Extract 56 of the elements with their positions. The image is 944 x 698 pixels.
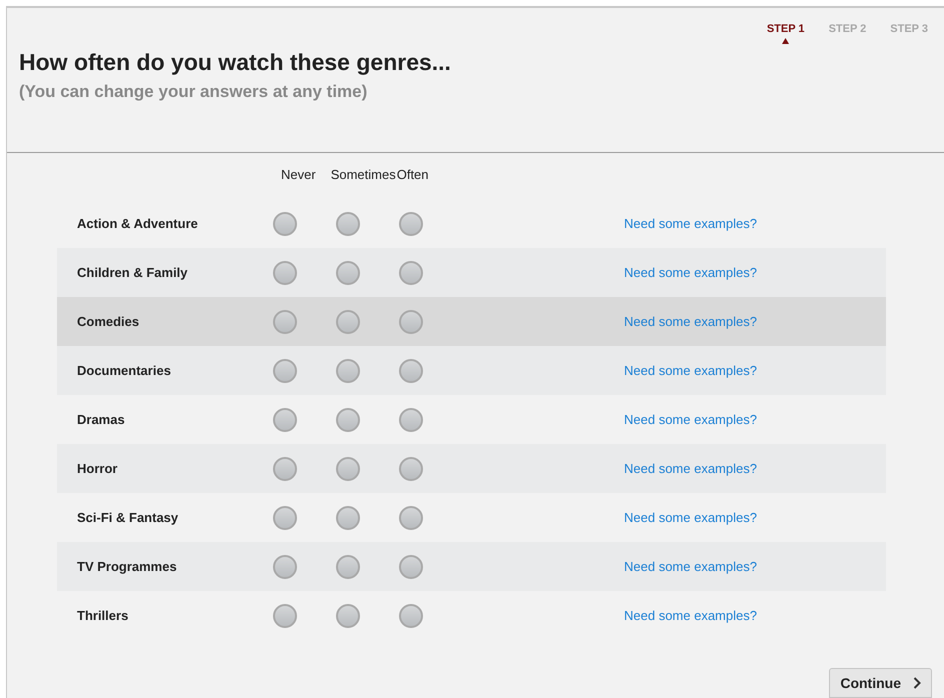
- radio-button[interactable]: [273, 506, 297, 530]
- examples-link[interactable]: Need some examples?: [624, 262, 757, 282]
- genre-label: Documentaries: [76, 362, 172, 380]
- radio-button[interactable]: [399, 212, 423, 236]
- examples-link[interactable]: Need some examples?: [624, 360, 757, 380]
- genre-label: Comedies: [76, 312, 140, 331]
- genre-label: TV Programmes: [76, 558, 178, 576]
- genre-label: Horror: [76, 460, 118, 478]
- genre-label: Children & Family: [76, 264, 189, 282]
- radio-button[interactable]: [273, 310, 297, 334]
- chevron-right-icon: [913, 677, 921, 689]
- page-subtitle: (You can change your answers at any time): [19, 80, 368, 103]
- examples-link[interactable]: Need some examples?: [624, 214, 757, 234]
- radio-button[interactable]: [399, 554, 423, 578]
- examples-link[interactable]: Need some examples?: [624, 606, 757, 626]
- radio-button[interactable]: [273, 260, 297, 284]
- genre-label: Dramas: [76, 410, 126, 429]
- radio-button[interactable]: [273, 456, 297, 480]
- step-tab[interactable]: STEP 1: [766, 21, 805, 38]
- radio-button[interactable]: [336, 260, 360, 284]
- examples-link[interactable]: Need some examples?: [624, 458, 757, 478]
- examples-link[interactable]: Need some examples?: [624, 312, 757, 332]
- radio-button[interactable]: [273, 408, 297, 432]
- radio-button[interactable]: [399, 310, 423, 334]
- radio-button[interactable]: [273, 358, 297, 382]
- radio-button[interactable]: [336, 212, 360, 236]
- radio-button[interactable]: [273, 212, 297, 236]
- examples-link[interactable]: Need some examples?: [624, 556, 757, 576]
- genre-label: Thrillers: [76, 606, 130, 625]
- radio-button[interactable]: [399, 408, 423, 432]
- current-step-marker-icon: [782, 38, 790, 44]
- step-tab[interactable]: STEP 3: [890, 21, 928, 38]
- radio-button[interactable]: [336, 506, 360, 530]
- column-header: Often: [396, 166, 429, 184]
- examples-link[interactable]: Need some examples?: [624, 508, 757, 528]
- column-header: Never: [281, 166, 316, 184]
- radio-button[interactable]: [273, 554, 297, 578]
- page-title: How often do you watch these genres...: [19, 48, 452, 77]
- column-header: Sometimes: [330, 166, 396, 184]
- radio-button[interactable]: [399, 456, 423, 480]
- radio-button[interactable]: [273, 604, 297, 628]
- radio-button[interactable]: [399, 506, 423, 530]
- genre-label: Action & Adventure: [76, 214, 199, 233]
- radio-button[interactable]: [336, 554, 360, 578]
- examples-link[interactable]: Need some examples?: [624, 410, 757, 430]
- radio-button[interactable]: [336, 604, 360, 628]
- radio-button[interactable]: [399, 604, 423, 628]
- continue-button[interactable]: Continue: [829, 668, 932, 698]
- radio-button[interactable]: [336, 310, 360, 334]
- radio-button[interactable]: [399, 260, 423, 284]
- radio-button[interactable]: [336, 358, 360, 382]
- radio-button[interactable]: [336, 408, 360, 432]
- step-tab[interactable]: STEP 2: [828, 21, 866, 38]
- radio-button[interactable]: [399, 358, 423, 382]
- genre-label: Sci-Fi & Fantasy: [76, 508, 180, 527]
- radio-button[interactable]: [336, 456, 360, 480]
